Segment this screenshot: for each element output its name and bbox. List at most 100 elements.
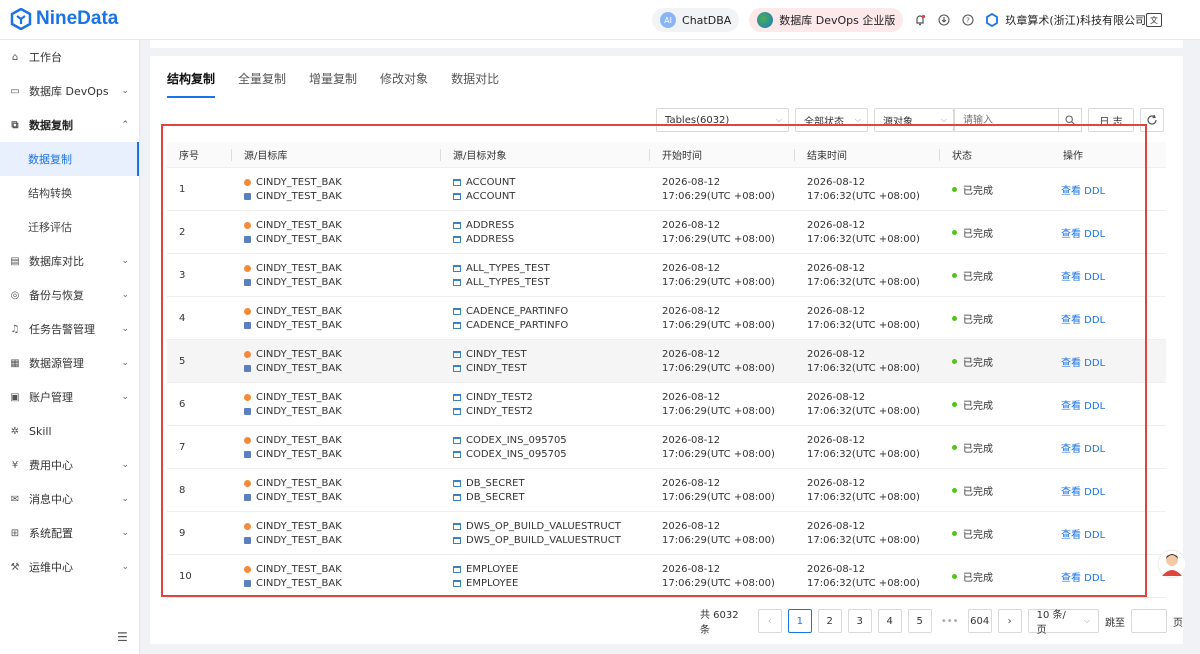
view-ddl-link[interactable]: 查看 DDL xyxy=(1061,182,1166,197)
tab-incremental-replication[interactable]: 增量复制 xyxy=(309,68,357,98)
page-2[interactable]: 2 xyxy=(817,609,842,633)
sidebar-subitem-migration-eval[interactable]: 迁移评估 xyxy=(0,210,139,244)
target-db-name: CINDY_TEST_BAK xyxy=(256,577,342,589)
bell-icon[interactable] xyxy=(913,13,927,27)
cell-object: ACCOUNT ACCOUNT xyxy=(440,177,649,202)
view-ddl-link[interactable]: 查看 DDL xyxy=(1061,440,1166,455)
devops-edition-button[interactable]: 数据库 DevOps 企业版 xyxy=(749,8,904,32)
table-row[interactable]: 2 CINDY_TEST_BAK CINDY_TEST_BAK ADDRESS ADDR… xyxy=(167,211,1166,254)
success-dot-icon xyxy=(952,186,957,192)
search-input[interactable] xyxy=(954,108,1058,132)
target-db-name: CINDY_TEST_BAK xyxy=(256,276,342,288)
tab-modify-objects[interactable]: 修改对象 xyxy=(380,68,428,98)
page-4[interactable]: 4 xyxy=(877,609,902,633)
cell-action: 查看 DDL xyxy=(1051,225,1166,240)
status-select[interactable]: 全部状态 ⌵ xyxy=(795,108,868,132)
table-row[interactable]: 10 CINDY_TEST_BAK CINDY_TEST_BAK EMPLOYEE EM… xyxy=(167,555,1166,598)
jump-label: 跳至 xyxy=(1104,617,1125,629)
table-row[interactable]: 7 CINDY_TEST_BAK CINDY_TEST_BAK CODEX_INS_0… xyxy=(167,426,1166,469)
target-object: CODEX_INS_095705 xyxy=(453,449,649,460)
chevron-down-icon: ⌄ xyxy=(121,562,129,572)
start-date: 2026-08-12 xyxy=(662,520,721,532)
target-object: CADENCE_PARTINFO xyxy=(453,320,649,331)
view-ddl-link[interactable]: 查看 DDL xyxy=(1061,311,1166,326)
view-ddl-link[interactable]: 查看 DDL xyxy=(1061,225,1166,240)
page-size-value: 10 条/页 xyxy=(1036,610,1066,636)
page-ellipsis[interactable]: ••• xyxy=(937,609,962,633)
sidebar-item-workbench[interactable]: ⌂ 工作台 xyxy=(0,40,139,74)
tab-schema-replication[interactable]: 结构复制 xyxy=(167,68,216,98)
page-5[interactable]: 5 xyxy=(907,609,932,633)
chevron-down-icon: ⌄ xyxy=(121,86,129,96)
table-row[interactable]: 5 CINDY_TEST_BAK CINDY_TEST_BAK CINDY_TEST C… xyxy=(167,340,1166,383)
sidebar-item-compare[interactable]: ▤ 数据库对比 ⌄ xyxy=(0,244,139,278)
tables-select[interactable]: Tables(6032) ⌵ xyxy=(656,108,789,132)
page-size-select[interactable]: 10 条/页 ⌵ xyxy=(1027,609,1099,636)
refresh-icon[interactable] xyxy=(1140,108,1164,132)
header-strip xyxy=(150,40,1183,48)
search-icon[interactable] xyxy=(1058,108,1082,132)
sidebar-subitem-replication[interactable]: 数据复制 xyxy=(0,142,139,176)
table-row[interactable]: 6 CINDY_TEST_BAK CINDY_TEST_BAK CINDY_TEST2… xyxy=(167,383,1166,426)
sidebar-item-system[interactable]: ⊞ 系统配置 ⌄ xyxy=(0,516,139,550)
view-ddl-link[interactable]: 查看 DDL xyxy=(1061,268,1166,283)
tab-full-replication[interactable]: 全量复制 xyxy=(238,68,286,98)
table-row[interactable]: 4 CINDY_TEST_BAK CINDY_TEST_BAK CADENCE_PAR… xyxy=(167,297,1166,340)
target-db-name: CINDY_TEST_BAK xyxy=(256,319,342,331)
source-db: CINDY_TEST_BAK xyxy=(244,220,440,231)
language-switch-icon[interactable]: 文 xyxy=(1146,13,1162,27)
object-select[interactable]: 源对象 ⌵ xyxy=(874,108,954,132)
source-db: CINDY_TEST_BAK xyxy=(244,564,440,575)
status-text: 已完成 xyxy=(963,443,993,455)
view-ddl-link[interactable]: 查看 DDL xyxy=(1061,397,1166,412)
log-button[interactable]: 日 志 xyxy=(1088,108,1134,132)
source-db: CINDY_TEST_BAK xyxy=(244,435,440,446)
view-ddl-link[interactable]: 查看 DDL xyxy=(1061,354,1166,369)
sidebar-item-skill[interactable]: ✲ Skill xyxy=(0,414,139,448)
end-time: 17:06:32(UTC +08:00) xyxy=(807,319,920,331)
view-ddl-link[interactable]: 查看 DDL xyxy=(1061,526,1166,541)
sidebar-item-ops[interactable]: ⚒ 运维中心 ⌄ xyxy=(0,550,139,584)
table-row[interactable]: 1 CINDY_TEST_BAK CINDY_TEST_BAK ACCOUNT ACCO… xyxy=(167,168,1166,211)
source-db: CINDY_TEST_BAK xyxy=(244,306,440,317)
table-row[interactable]: 8 CINDY_TEST_BAK CINDY_TEST_BAK DB_SECRET DB… xyxy=(167,469,1166,512)
view-ddl-link[interactable]: 查看 DDL xyxy=(1061,569,1166,584)
download-icon[interactable] xyxy=(937,13,951,27)
sidebar-item-datasource[interactable]: ▦ 数据源管理 ⌄ xyxy=(0,346,139,380)
success-dot-icon xyxy=(952,444,957,450)
cell-db: CINDY_TEST_BAK CINDY_TEST_BAK xyxy=(167,349,440,374)
logo[interactable]: NineData xyxy=(10,8,118,30)
page-1[interactable]: 1 xyxy=(787,609,812,633)
page-last[interactable]: 604 xyxy=(967,609,992,633)
cell-object: ALL_TYPES_TEST ALL_TYPES_TEST xyxy=(440,263,649,288)
status-select-value: 全部状态 xyxy=(804,116,844,128)
prev-page-icon[interactable]: ‹ xyxy=(757,609,782,633)
tab-data-compare[interactable]: 数据对比 xyxy=(451,68,499,98)
sidebar-item-fee[interactable]: ¥ 费用中心 ⌄ xyxy=(0,448,139,482)
jump-page-input[interactable] xyxy=(1130,609,1167,633)
target-object: ADDRESS xyxy=(453,234,649,245)
table-row[interactable]: 9 CINDY_TEST_BAK CINDY_TEST_BAK DWS_OP_BUIL… xyxy=(167,512,1166,555)
sidebar-item-message[interactable]: ✉ 消息中心 ⌄ xyxy=(0,482,139,516)
next-page-icon[interactable]: › xyxy=(997,609,1022,633)
success-dot-icon xyxy=(952,401,957,407)
sidebar-item-label: Skill xyxy=(29,424,52,438)
collapse-sidebar-icon[interactable]: ☰ xyxy=(117,630,128,644)
sidebar-item-account[interactable]: ▣ 账户管理 ⌄ xyxy=(0,380,139,414)
chatdba-button[interactable]: AI ChatDBA xyxy=(652,8,740,32)
page-3[interactable]: 3 xyxy=(847,609,872,633)
cell-action: 查看 DDL xyxy=(1051,440,1166,455)
sidebar-item-devops[interactable]: ▭ 数据库 DevOps ⌄ xyxy=(0,74,139,108)
sidebar-subitem-schema-convert[interactable]: 结构转换 xyxy=(0,176,139,210)
source-db-name: CINDY_TEST_BAK xyxy=(256,262,342,274)
view-ddl-link[interactable]: 查看 DDL xyxy=(1061,483,1166,498)
success-dot-icon xyxy=(952,229,957,235)
company-switcher[interactable]: 玖章算术(浙江)科技有限公司 xyxy=(985,12,1146,28)
sidebar-item-backup[interactable]: ◎ 备份与恢复 ⌄ xyxy=(0,278,139,312)
sidebar-item-alarm[interactable]: ♫ 任务告警管理 ⌄ xyxy=(0,312,139,346)
help-icon[interactable]: ? xyxy=(961,13,975,27)
start-date: 2026-08-12 xyxy=(662,348,721,360)
support-avatar-icon[interactable] xyxy=(1157,548,1187,580)
table-row[interactable]: 3 CINDY_TEST_BAK CINDY_TEST_BAK ALL_TYPES_T… xyxy=(167,254,1166,297)
sidebar-item-replication[interactable]: ⧉ 数据复制 ⌃ xyxy=(0,108,139,142)
